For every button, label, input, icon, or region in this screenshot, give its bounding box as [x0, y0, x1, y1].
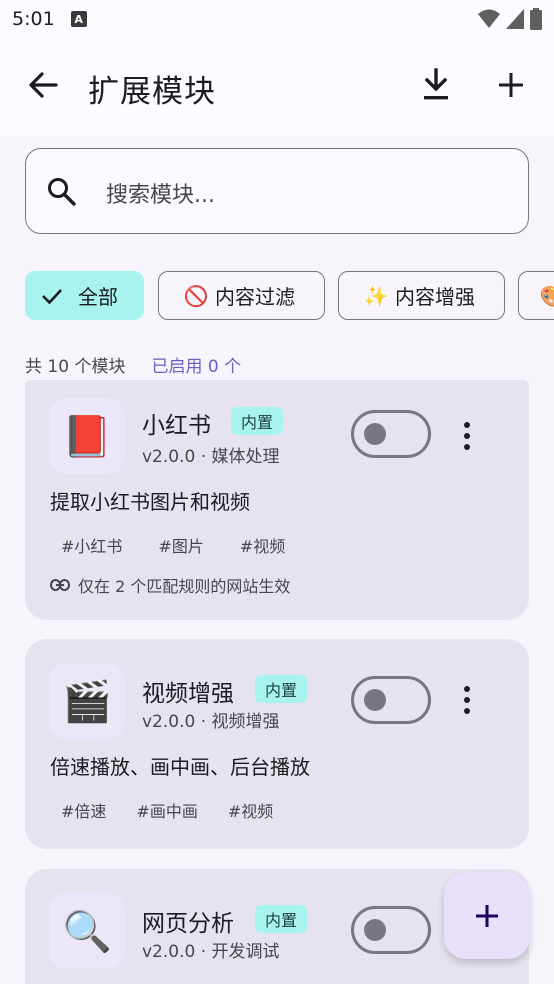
- chip-label: 内容增强: [395, 285, 475, 309]
- chip-more[interactable]: 🎨: [518, 271, 554, 320]
- battery-icon: [530, 8, 542, 30]
- builtin-badge: 内置: [255, 675, 308, 703]
- module-description: 倍速播放、画中画、后台播放: [50, 755, 310, 779]
- enabled-count: 已启用 0 个: [151, 357, 242, 377]
- module-summary: 共 10 个模块 已启用 0 个: [25, 352, 241, 377]
- tag: #视频: [239, 537, 286, 556]
- accessibility-a-icon: A: [70, 11, 87, 27]
- no-entry-icon: 🚫: [183, 283, 209, 308]
- chip-label: 内容过滤: [215, 285, 295, 309]
- clapper-icon: 🎬: [62, 678, 112, 725]
- toggle-knob: [364, 689, 386, 711]
- wifi-icon: [478, 9, 500, 28]
- chip-content-filter[interactable]: 🚫 内容过滤: [158, 271, 325, 320]
- module-name: 网页分析: [142, 911, 234, 937]
- tag: #倍速: [61, 802, 107, 821]
- status-icons: [478, 8, 542, 30]
- chip-all[interactable]: 全部: [25, 271, 144, 320]
- module-tags: #倍速 #画中画 #视频: [61, 798, 273, 822]
- module-description: 提取小红书图片和视频: [50, 490, 250, 514]
- module-name: 小红书: [142, 413, 211, 439]
- toggle-knob: [364, 919, 386, 941]
- module-count: 共 10 个模块: [25, 357, 126, 377]
- chip-label: 全部: [78, 285, 118, 309]
- chip-content-enhance[interactable]: ✨ 内容增强: [338, 271, 505, 320]
- module-meta: v2.0.0 · 视频增强: [142, 712, 280, 732]
- back-arrow-icon[interactable]: [26, 68, 60, 102]
- more-vert-icon[interactable]: [457, 684, 477, 716]
- module-toggle[interactable]: [351, 410, 431, 458]
- status-bar: 5:01 A: [0, 0, 554, 38]
- add-module-fab[interactable]: [444, 873, 530, 959]
- module-icon-container: 🎬: [49, 663, 125, 739]
- signal-icon: [506, 9, 524, 29]
- palette-icon: 🎨: [539, 283, 554, 308]
- toggle-knob: [364, 423, 386, 445]
- module-card[interactable]: 📕 小红书 内置 v2.0.0 · 媒体处理 提取小红书图片和视频 #小红书 #…: [25, 380, 529, 620]
- module-icon-container: 🔍: [49, 893, 125, 969]
- search-input[interactable]: 搜索模块...: [25, 148, 529, 234]
- module-tags: #小红书 #图片 #视频: [61, 533, 285, 557]
- search-placeholder: 搜索模块...: [106, 183, 215, 208]
- module-name: 视频增强: [142, 681, 234, 707]
- builtin-badge: 内置: [231, 407, 284, 435]
- tag: #画中画: [136, 802, 198, 821]
- module-card[interactable]: 🎬 视频增强 内置 v2.0.0 · 视频增强 倍速播放、画中画、后台播放 #倍…: [25, 639, 529, 849]
- sparkles-icon: ✨: [363, 283, 389, 308]
- module-meta: v2.0.0 · 开发调试: [142, 942, 280, 962]
- tag: #小红书: [61, 537, 123, 556]
- tag: #视频: [227, 802, 274, 821]
- module-meta: v2.0.0 · 媒体处理: [142, 447, 280, 467]
- module-rule: 仅在 2 个匹配规则的网站生效: [50, 573, 290, 597]
- tag: #图片: [158, 537, 204, 556]
- plus-icon: [476, 905, 498, 927]
- more-vert-icon[interactable]: [457, 420, 477, 452]
- download-icon[interactable]: [420, 68, 452, 102]
- page-title: 扩展模块: [88, 74, 216, 110]
- status-time: 5:01: [12, 8, 55, 30]
- search-icon: [48, 178, 76, 206]
- app-bar: 扩展模块: [0, 38, 554, 136]
- rule-text: 仅在 2 个匹配规则的网站生效: [78, 577, 291, 596]
- book-icon: 📕: [62, 413, 112, 460]
- module-toggle[interactable]: [351, 676, 431, 724]
- add-icon[interactable]: [494, 68, 528, 102]
- magnifier-icon: 🔍: [62, 908, 112, 955]
- category-chips: 全部 🚫 内容过滤 ✨ 内容增强 🎨: [25, 271, 554, 321]
- module-icon-container: 📕: [49, 398, 125, 474]
- module-toggle[interactable]: [351, 906, 431, 954]
- check-icon: [42, 288, 62, 304]
- link-icon: [50, 579, 70, 591]
- builtin-badge: 内置: [255, 905, 308, 933]
